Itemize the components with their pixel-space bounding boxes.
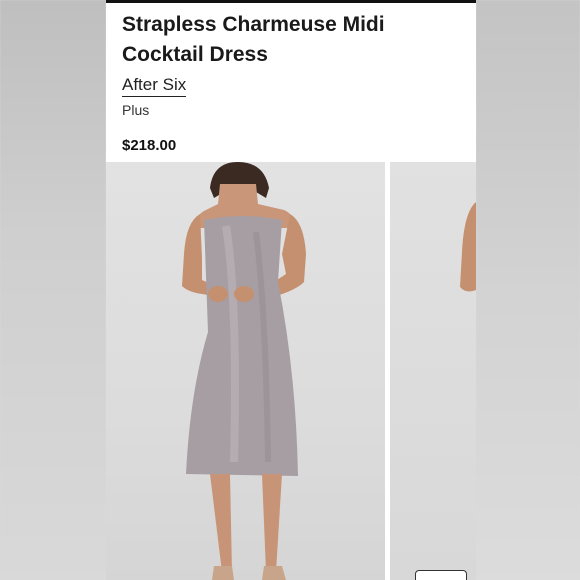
main-product-photo[interactable] [106, 162, 385, 580]
top-border [106, 0, 476, 3]
product-title: Strapless Charmeuse Midi Cocktail Dress [122, 13, 385, 66]
model-illustration [182, 162, 306, 580]
product-price: $218.00 [122, 137, 177, 154]
blurred-background-right [476, 0, 580, 580]
partial-model-illustration [460, 202, 476, 292]
image-gallery[interactable] [106, 162, 476, 580]
next-product-photo[interactable] [390, 162, 476, 580]
blurred-background-left [0, 0, 106, 580]
brand-link[interactable]: After Six [122, 75, 187, 97]
gallery-indicator [415, 570, 467, 580]
size-type-label: Plus [122, 102, 150, 118]
product-panel: Strapless Charmeuse Midi Cocktail Dress … [106, 0, 476, 580]
